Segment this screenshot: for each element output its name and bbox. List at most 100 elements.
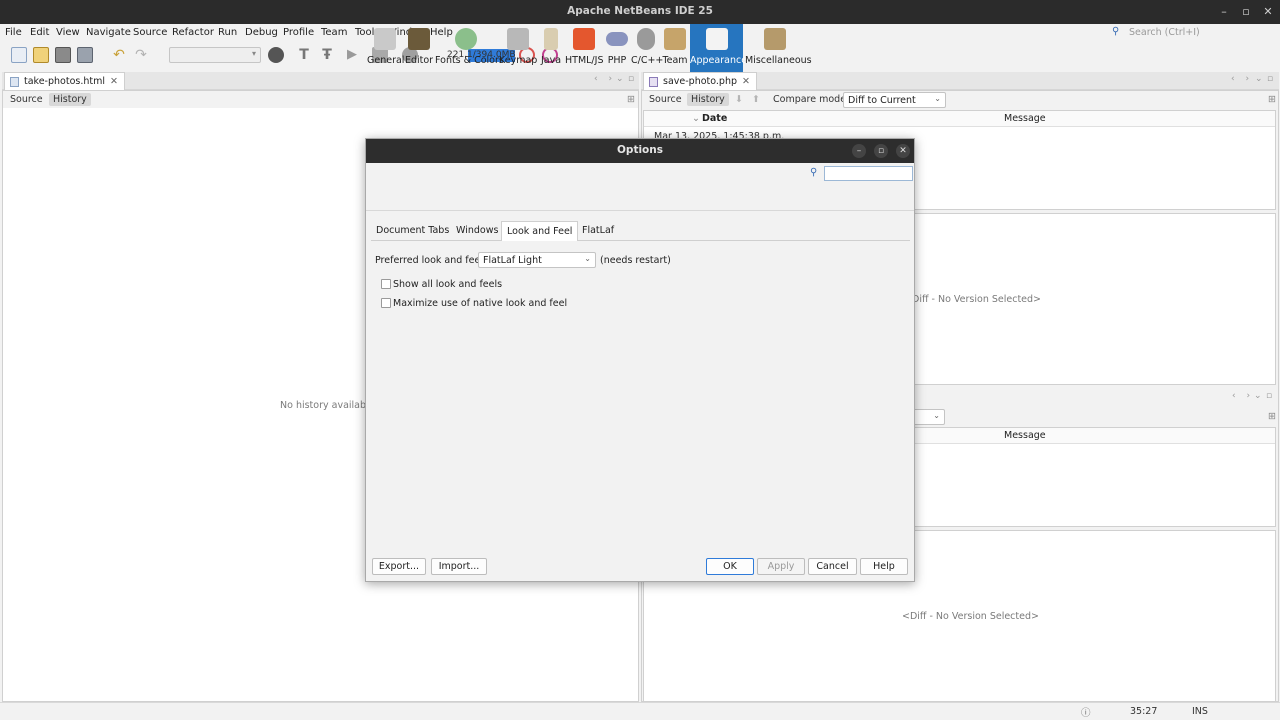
tab-list-icon[interactable]: ⌄: [616, 74, 628, 84]
preferred-laf-combo[interactable]: FlatLaf Light ⌄: [478, 252, 596, 268]
maximize-icon[interactable]: ▫: [1238, 4, 1254, 20]
new-file-icon[interactable]: [11, 47, 27, 63]
source-tab[interactable]: Source: [645, 93, 686, 106]
title-bar: Apache NetBeans IDE 25 – ▫ ✕: [0, 0, 1280, 24]
close-icon[interactable]: ✕: [896, 144, 910, 158]
maximize-pane-icon[interactable]: ▫: [628, 74, 638, 84]
message-column-header[interactable]: Message: [1004, 430, 1046, 441]
browser-icon[interactable]: [268, 47, 284, 63]
general-icon: [374, 28, 396, 50]
save-all-icon[interactable]: [77, 47, 93, 63]
menu-edit[interactable]: Edit: [30, 27, 49, 38]
apply-button[interactable]: Apply: [757, 558, 805, 575]
category-keymap[interactable]: Keymap: [499, 24, 537, 72]
category-php[interactable]: PHP: [605, 24, 629, 72]
tab-take-photos[interactable]: take-photos.html ✕: [4, 72, 125, 90]
menu-debug[interactable]: Debug: [245, 27, 278, 38]
keymap-icon: [507, 28, 529, 50]
menu-run[interactable]: Run: [218, 27, 237, 38]
category-label: PHP: [607, 55, 627, 66]
search-icon: ⚲: [1112, 26, 1120, 37]
tab-nav-arrows[interactable]: ‹ ›: [1232, 391, 1254, 401]
insert-mode: INS: [1192, 706, 1208, 717]
tab-list-icon[interactable]: ⌄: [1254, 391, 1266, 401]
right-tab-strip: save-photo.php ✕ ‹ › ⌄ ▫: [641, 72, 1279, 90]
category-html-js[interactable]: HTML/JS: [565, 24, 603, 72]
clean-build-icon[interactable]: Ŧ: [319, 47, 335, 63]
close-tab-icon[interactable]: ✕: [110, 76, 118, 87]
tab-look-and-feel[interactable]: Look and Feel: [501, 221, 579, 241]
compare-mode-label: Compare mode:: [773, 94, 850, 105]
menu-navigate[interactable]: Navigate: [86, 27, 131, 38]
split-icon[interactable]: ⊞: [1264, 410, 1280, 423]
maximize-icon[interactable]: ▫: [874, 144, 888, 158]
tab-nav-arrows[interactable]: ‹ ›: [1231, 74, 1253, 84]
html-file-icon: [10, 77, 19, 87]
quick-search[interactable]: ⚲ Search (Ctrl+I): [1112, 25, 1272, 41]
options-search-input[interactable]: [824, 166, 913, 181]
tab-save-photo[interactable]: save-photo.php ✕: [643, 72, 757, 90]
notifications-icon[interactable]: ⓘ: [1081, 705, 1091, 719]
native-laf-checkbox[interactable]: [381, 298, 391, 308]
date-column-header[interactable]: Date: [702, 113, 727, 124]
source-tab[interactable]: Source: [6, 93, 47, 106]
close-tab-icon[interactable]: ✕: [742, 76, 750, 87]
left-sub-toolbar: Source History ⊞: [3, 91, 638, 108]
cancel-button[interactable]: Cancel: [808, 558, 857, 575]
category-label: Appearance: [690, 55, 748, 66]
compare-mode-combo[interactable]: Diff to Current ⌄: [843, 92, 946, 108]
next-diff-icon[interactable]: ⬇: [731, 93, 747, 106]
minimize-icon[interactable]: –: [852, 144, 866, 158]
tab-document-tabs[interactable]: Document Tabs: [371, 221, 454, 241]
message-column-header[interactable]: Message: [1004, 113, 1046, 124]
history-table-header: ⌄ Date Message: [644, 111, 1275, 127]
open-project-icon[interactable]: [55, 47, 71, 63]
category-appearance[interactable]: Appearance: [690, 24, 748, 72]
close-icon[interactable]: ✕: [1260, 4, 1276, 20]
show-all-laf-label[interactable]: Show all look and feels: [393, 279, 502, 290]
menu-refactor[interactable]: Refactor: [172, 27, 214, 38]
minimize-icon[interactable]: –: [1216, 4, 1232, 20]
split-icon[interactable]: ⊞: [1264, 93, 1280, 106]
category-label: HTML/JS: [565, 55, 604, 66]
import-button[interactable]: Import...: [431, 558, 487, 575]
category-label: Keymap: [499, 55, 538, 66]
category-general[interactable]: General: [367, 24, 404, 72]
category-java[interactable]: Java: [539, 24, 563, 72]
menu-profile[interactable]: Profile: [283, 27, 314, 38]
sort-icon: ⌄: [692, 113, 700, 124]
menu-team[interactable]: Team: [321, 27, 347, 38]
history-tab[interactable]: History: [49, 93, 91, 106]
category-cpp[interactable]: C/C++: [631, 24, 663, 72]
show-all-laf-checkbox[interactable]: [381, 279, 391, 289]
redo-icon[interactable]: ↷: [133, 47, 149, 63]
tab-list-icon[interactable]: ⌄: [1255, 74, 1267, 84]
native-laf-label[interactable]: Maximize use of native look and feel: [393, 298, 567, 309]
tab-windows[interactable]: Windows: [451, 221, 503, 241]
history-tab[interactable]: History: [687, 93, 729, 106]
build-icon[interactable]: T: [296, 47, 312, 63]
split-icon[interactable]: ⊞: [623, 93, 639, 106]
new-project-icon[interactable]: [33, 47, 49, 63]
chevron-down-icon: ⌄: [584, 254, 591, 263]
help-button[interactable]: Help: [860, 558, 908, 575]
category-miscellaneous[interactable]: Miscellaneous: [745, 24, 812, 72]
category-editor[interactable]: Editor: [404, 24, 434, 72]
undo-icon[interactable]: ↶: [111, 47, 127, 63]
menu-source[interactable]: Source: [133, 27, 167, 38]
configuration-combo[interactable]: ▾: [169, 47, 261, 63]
category-fonts-colors[interactable]: Fonts & Colors: [435, 24, 504, 72]
tab-nav-arrows[interactable]: ‹ ›: [594, 74, 616, 84]
tab-flatlaf[interactable]: FlatLaf: [577, 221, 619, 241]
menu-file[interactable]: File: [5, 27, 22, 38]
maximize-pane-icon[interactable]: ▫: [1266, 391, 1276, 401]
maximize-pane-icon[interactable]: ▫: [1267, 74, 1277, 84]
run-icon[interactable]: ▶: [344, 47, 360, 63]
menu-view[interactable]: View: [56, 27, 80, 38]
category-team[interactable]: Team: [662, 24, 688, 72]
export-button[interactable]: Export...: [372, 558, 426, 575]
category-label: Java: [540, 55, 562, 66]
ok-button[interactable]: OK: [706, 558, 754, 575]
category-separator: [366, 210, 914, 211]
prev-diff-icon[interactable]: ⬆: [748, 93, 764, 106]
